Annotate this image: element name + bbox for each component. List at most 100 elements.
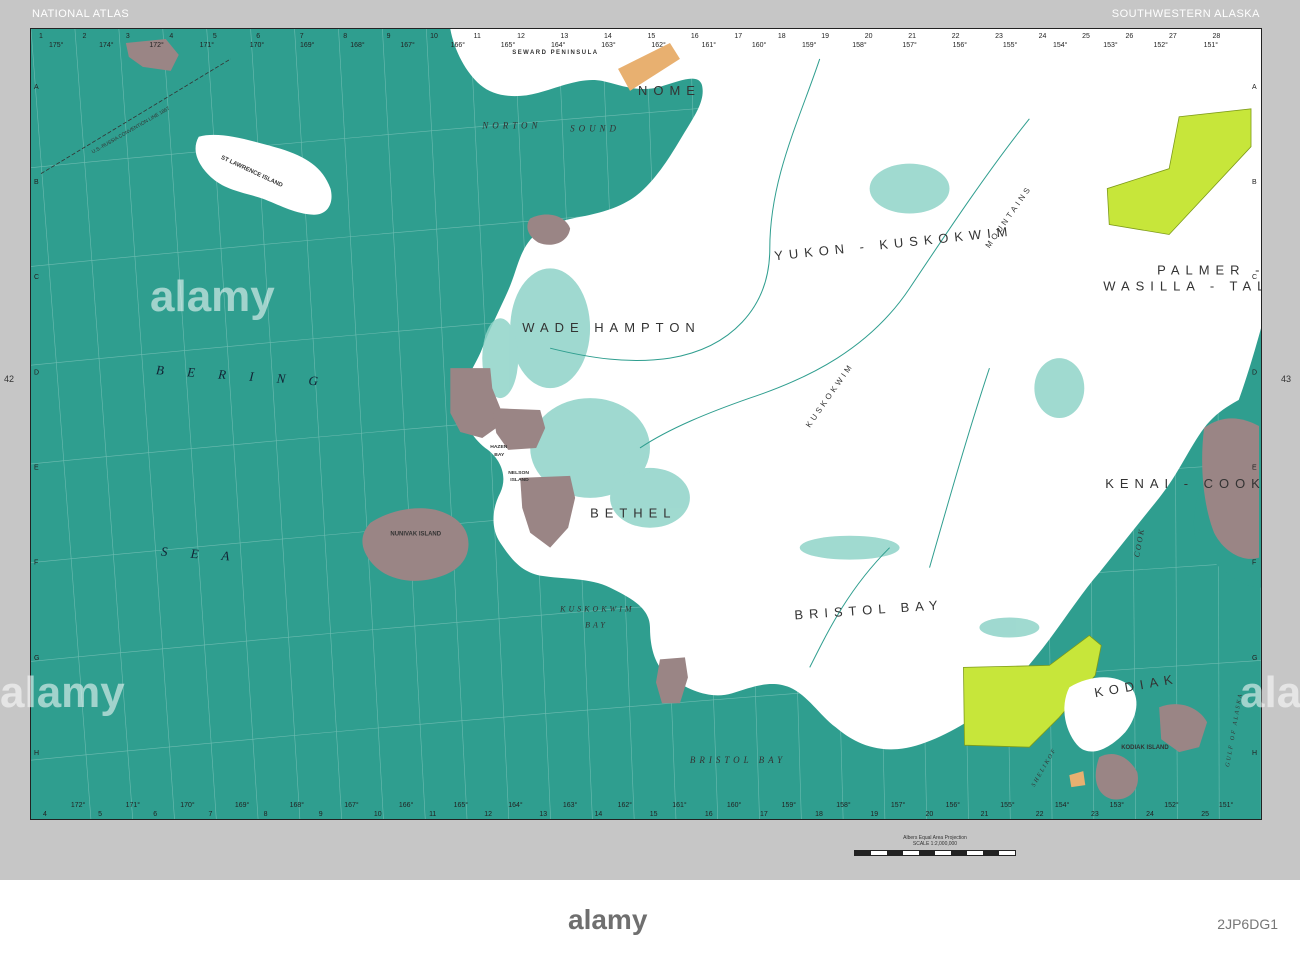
watermark-image-id: 2JP6DG1	[1217, 916, 1278, 932]
hazen-bay-label-1: HAZEN	[490, 444, 508, 450]
grid-degree-label-top: 152°	[1153, 41, 1168, 49]
grid-col-label-top: 12	[517, 33, 525, 40]
grid-degree-label-top: 160°	[752, 41, 767, 49]
grid-col-label-top: 14	[604, 33, 612, 40]
grid-degree-label-bottom: 155°	[1000, 801, 1015, 809]
grid-degree-label-bottom: 171°	[126, 801, 141, 809]
grid-row-label-left: D	[34, 369, 39, 376]
grid-col-label-top: 27	[1169, 33, 1177, 40]
grid-degree-label-bottom: 165°	[454, 801, 469, 809]
palmer-label-1: PALMER -	[1157, 262, 1261, 277]
grid-col-label-bottom: 13	[539, 811, 547, 818]
grid-degree-label-bottom: 151°	[1219, 801, 1234, 809]
grid-degree-label-top: 154°	[1053, 41, 1068, 49]
nelson-island-label-2: ISLAND	[510, 477, 529, 483]
grid-col-label-top: 15	[647, 33, 655, 40]
watermark-band	[0, 880, 1300, 955]
grid-row-label-left: B	[34, 179, 39, 186]
grid-degree-label-bottom: 170°	[180, 801, 195, 809]
grid-row-label-right: E	[1252, 465, 1257, 472]
page-number-left: 42	[4, 374, 15, 384]
grid-col-label-top: 24	[1039, 33, 1047, 40]
scale-block: Albers Equal Area Projection SCALE 1:2,0…	[850, 835, 1020, 856]
grid-col-label-top: 17	[734, 33, 742, 40]
meridian-line	[382, 29, 426, 819]
grid-degree-label-bottom: 162°	[618, 801, 633, 809]
scale-label: SCALE 1:2,000,000	[912, 841, 958, 847]
meridian-line	[31, 29, 92, 819]
seward-peninsula-label: SEWARD PENINSULA	[512, 50, 598, 56]
scale-bar	[854, 850, 1016, 856]
grid-degree-label-top: 159°	[802, 41, 817, 49]
grid-degree-label-top: 172°	[149, 41, 164, 49]
grid-row-label-left: H	[34, 750, 39, 757]
bristol-bay-water-label: BRISTOL BAY	[690, 755, 786, 765]
shelikof-label: SHELIKOF	[1031, 747, 1058, 788]
bethel-label: BETHEL	[590, 506, 676, 521]
grid-degree-label-bottom: 166°	[399, 801, 414, 809]
cook-inlet-label: COOK	[1132, 527, 1146, 558]
grid-col-label-bottom: 25	[1201, 811, 1209, 818]
grid-degree-label-bottom: 169°	[235, 801, 250, 809]
grid-degree-label-top: 157°	[902, 41, 917, 49]
grid-degree-label-bottom: 161°	[672, 801, 687, 809]
map-frame[interactable]: U.S.-RUSSIA CONVENTION LINE 1867 B E R I…	[30, 28, 1262, 820]
grid-col-label-bottom: 20	[925, 811, 933, 818]
grid-row-label-left: G	[34, 655, 39, 662]
map-canvas[interactable]: U.S.-RUSSIA CONVENTION LINE 1867 B E R I…	[31, 29, 1261, 819]
grid-degree-label-top: 162°	[651, 41, 666, 49]
grid-col-label-bottom: 17	[760, 811, 768, 818]
grid-row-label-right: G	[1252, 655, 1257, 662]
palmer-label-2: WASILLA - TALKEETNA	[1103, 278, 1261, 293]
grid-degree-label-top: 167°	[400, 41, 415, 49]
norton-sound-label-1: NORTON	[481, 121, 541, 131]
meridian-line	[294, 29, 342, 819]
grid-degree-label-bottom: 153°	[1110, 801, 1125, 809]
watermark-logo: alamy	[568, 904, 648, 935]
grid-col-label-bottom: 24	[1146, 811, 1154, 818]
wade-hampton-label: WADE HAMPTON	[522, 320, 701, 335]
grid-row-label-right: A	[1252, 84, 1257, 91]
grid-degree-label-bottom: 159°	[782, 801, 797, 809]
grid-degree-label-bottom: 156°	[946, 801, 961, 809]
grid-col-label-bottom: 15	[650, 811, 658, 818]
grid-col-label-top: 2	[82, 33, 86, 40]
kuskokwim-bay-label-1: KUSKOKWIM	[559, 605, 634, 614]
grid-col-label-top: 22	[952, 33, 960, 40]
grid-col-label-top: 20	[865, 33, 873, 40]
meridian-line	[118, 29, 175, 819]
kuskokwim-bay-label-2: BAY	[585, 620, 608, 629]
grid-col-label-top: 23	[995, 33, 1003, 40]
grid-col-label-top: 5	[213, 33, 217, 40]
grid-col-label-top: 13	[561, 33, 569, 40]
grid-row-label-right: D	[1252, 369, 1257, 376]
grid-degree-label-bottom: 167°	[344, 801, 359, 809]
grid-degree-label-top: 158°	[852, 41, 867, 49]
gulf-of-alaska-label: GULF OF ALASKA	[1225, 692, 1244, 767]
grid-degree-label-top: 165°	[501, 41, 516, 49]
norton-sound-label-2: SOUND	[570, 124, 620, 134]
grid-row-label-right: C	[1252, 274, 1257, 281]
grid-degree-label-bottom: 157°	[891, 801, 906, 809]
grid-col-label-top: 28	[1212, 33, 1220, 40]
nunivak-island	[362, 508, 469, 581]
grid-col-label-bottom: 12	[484, 811, 492, 818]
grid-col-label-top: 10	[430, 33, 438, 40]
grid-col-label-top: 6	[256, 33, 260, 40]
grid-col-label-bottom: 5	[98, 811, 102, 818]
grid-degree-label-bottom: 154°	[1055, 801, 1070, 809]
bering-sea-label-1: B E R I N G	[156, 362, 329, 389]
grid-degree-label-top: 164°	[551, 41, 566, 49]
grid-col-label-top: 3	[126, 33, 130, 40]
hazen-bay-label-2: BAY	[494, 452, 505, 458]
boundary-label: U.S.-RUSSIA CONVENTION LINE 1867	[91, 106, 171, 156]
grid-col-label-top: 4	[169, 33, 173, 40]
grid-col-label-bottom: 22	[1036, 811, 1044, 818]
grid-degree-label-bottom: 164°	[508, 801, 523, 809]
grid-col-label-bottom: 18	[815, 811, 823, 818]
grid-col-label-bottom: 23	[1091, 811, 1099, 818]
grid-col-label-top: 26	[1126, 33, 1134, 40]
grid-col-label-bottom: 11	[429, 811, 436, 818]
grid-degree-label-top: 166°	[451, 41, 466, 49]
grid-degree-label-bottom: 168°	[290, 801, 305, 809]
